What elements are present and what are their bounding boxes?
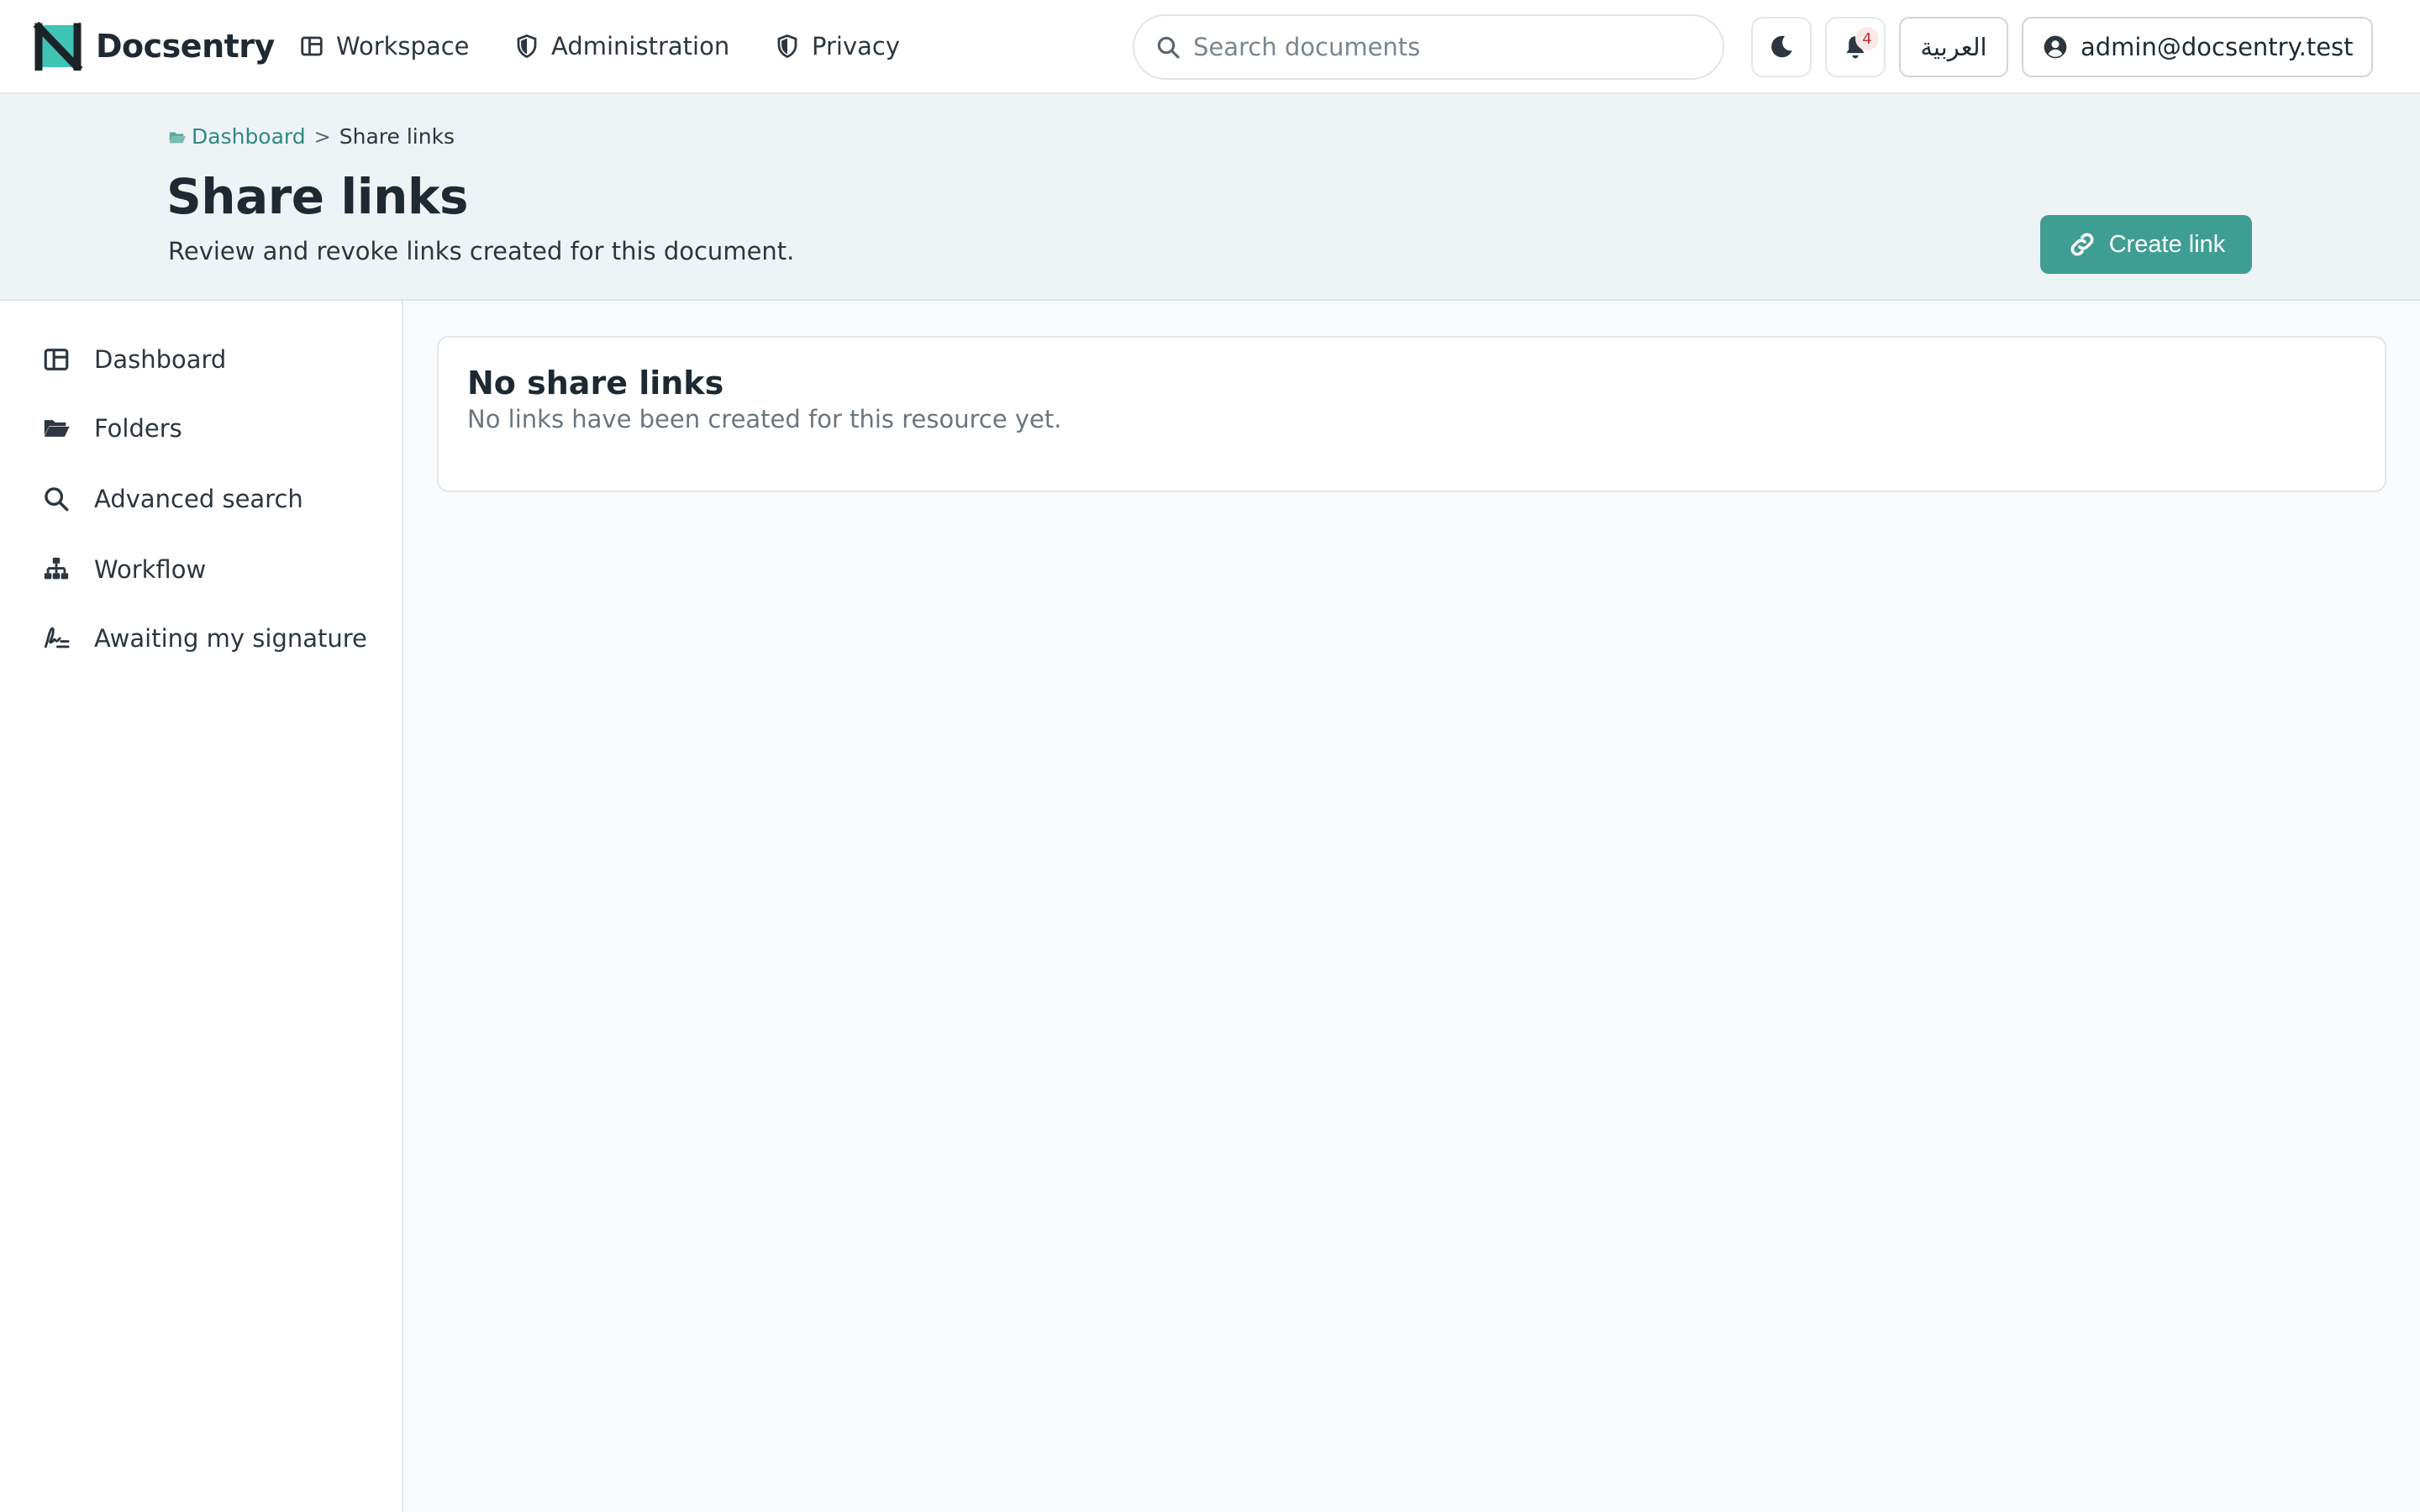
sidebar-item-label: Awaiting my signature xyxy=(94,624,367,653)
notification-count-badge: 4 xyxy=(1855,27,1879,50)
sidebar-item-advanced-search[interactable]: Advanced search xyxy=(0,469,402,529)
breadcrumb-dashboard-link[interactable]: Dashboard xyxy=(168,124,306,149)
language-switch-button[interactable]: العربية xyxy=(1899,17,2008,77)
layout-icon xyxy=(301,36,323,56)
search-icon xyxy=(45,487,69,512)
nav-privacy-label: Privacy xyxy=(812,32,900,60)
page-title: Share links xyxy=(166,168,468,225)
link-icon xyxy=(2070,233,2094,256)
search-box[interactable] xyxy=(1133,14,1724,80)
user-menu-button[interactable]: admin@docsentry.test xyxy=(2022,17,2373,77)
workflow-icon xyxy=(44,557,69,580)
docsentry-logo-icon xyxy=(33,22,83,71)
sidebar-item-label: Dashboard xyxy=(94,345,227,374)
breadcrumb: Dashboard > Share links xyxy=(168,124,455,149)
breadcrumb-current: Share links xyxy=(339,124,455,149)
sidebar-item-folders[interactable]: Folders xyxy=(0,398,402,459)
search-input[interactable] xyxy=(1193,33,1697,61)
nav-privacy[interactable]: Privacy xyxy=(775,27,900,66)
create-link-label: Create link xyxy=(2108,230,2226,258)
breadcrumb-parent-label: Dashboard xyxy=(192,124,306,149)
empty-state-message: No links have been created for this reso… xyxy=(467,405,1062,433)
breadcrumb-separator: > xyxy=(313,124,331,149)
folder-icon xyxy=(44,420,70,437)
user-email: admin@docsentry.test xyxy=(2081,33,2354,61)
shield-icon xyxy=(517,34,537,59)
folder-open-icon xyxy=(169,132,187,143)
brand-name: Docsentry xyxy=(96,28,275,65)
theme-toggle-button[interactable] xyxy=(1751,17,1812,77)
nav-workspace-label: Workspace xyxy=(336,32,470,60)
empty-state-card: No share links No links have been create… xyxy=(437,336,2386,492)
sidebar-item-label: Folders xyxy=(94,414,182,443)
top-navbar: Docsentry Workspace Administration Priva… xyxy=(0,0,2420,94)
empty-state-title: No share links xyxy=(467,365,724,402)
user-circle-icon xyxy=(2044,35,2067,59)
notifications-button[interactable]: 4 xyxy=(1825,17,1886,77)
sidebar-item-label: Workflow xyxy=(94,555,207,584)
sidebar: Dashboard Folders Advanced search Workfl… xyxy=(0,301,403,1512)
nav-administration[interactable]: Administration xyxy=(514,27,729,66)
sidebar-item-workflow[interactable]: Workflow xyxy=(0,539,402,600)
search-icon xyxy=(1157,36,1180,59)
sidebar-item-awaiting-signature[interactable]: Awaiting my signature xyxy=(0,608,402,669)
moon-icon xyxy=(1771,35,1792,58)
page-header: Dashboard > Share links Share links Revi… xyxy=(0,94,2420,301)
dashboard-icon xyxy=(44,349,69,370)
signature-icon xyxy=(44,627,70,648)
sidebar-item-label: Advanced search xyxy=(94,485,303,513)
sidebar-item-dashboard[interactable]: Dashboard xyxy=(0,329,402,390)
page-subtitle: Review and revoke links created for this… xyxy=(168,237,795,265)
nav-administration-label: Administration xyxy=(551,32,730,60)
shield-icon xyxy=(777,34,797,59)
brand[interactable]: Docsentry xyxy=(32,22,275,71)
create-link-button[interactable]: Create link xyxy=(2040,215,2252,274)
nav-workspace[interactable]: Workspace xyxy=(299,27,470,66)
